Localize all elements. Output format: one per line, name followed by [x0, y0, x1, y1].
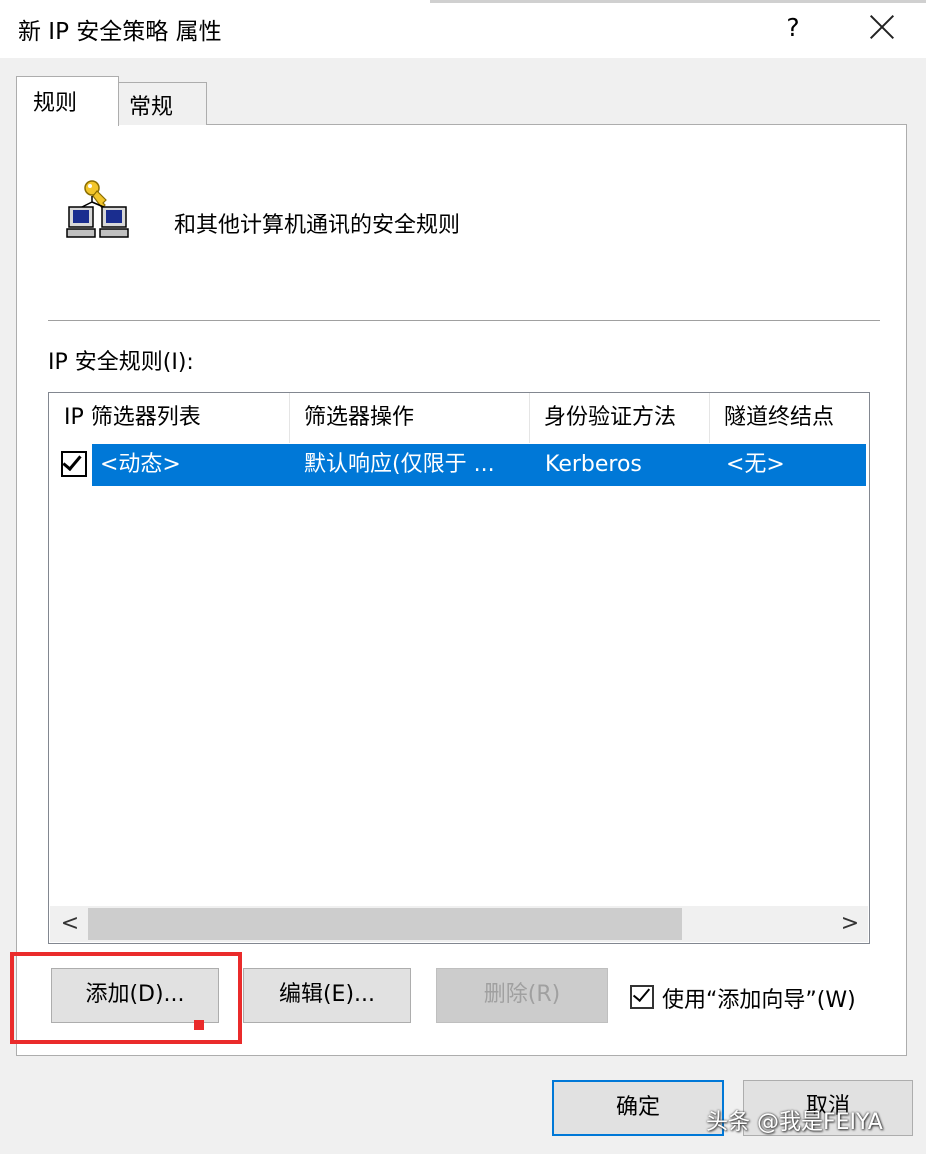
scrollbar-thumb[interactable] — [88, 908, 682, 940]
separator — [48, 320, 880, 321]
column-header-filter-action[interactable]: 筛选器操作 — [290, 393, 530, 443]
column-header-tunnel-endpoint[interactable]: 隧道终结点 — [710, 393, 868, 443]
rules-list-label: IP 安全规则(I): — [48, 350, 194, 375]
watermark: 头条 @我是FEIYA — [706, 1110, 883, 1135]
cell-auth-method: Kerberos — [545, 452, 642, 477]
network-key-icon — [66, 176, 136, 240]
scroll-right-icon[interactable]: > — [836, 910, 864, 938]
header-description: 和其他计算机通讯的安全规则 — [174, 213, 461, 238]
tab-rules[interactable]: 规则 — [16, 76, 119, 126]
delete-button: 删除(R) — [436, 968, 608, 1023]
tab-general[interactable]: 常规 — [118, 82, 207, 125]
highlight-annotation — [10, 952, 242, 1044]
ok-button[interactable]: 确定 — [552, 1080, 724, 1136]
window-title: 新 IP 安全策略 属性 — [18, 19, 222, 45]
wizard-checkbox-label[interactable]: 使用“添加向导”(W) — [662, 982, 856, 1014]
title-bar-shadow — [430, 0, 926, 3]
scroll-left-icon[interactable]: < — [56, 910, 84, 938]
edit-button[interactable]: 编辑(E)... — [243, 968, 411, 1023]
column-header-filter-list[interactable]: IP 筛选器列表 — [50, 393, 290, 443]
cell-filter-list: <动态> — [100, 452, 181, 477]
help-button[interactable]: ? — [776, 10, 810, 46]
column-header-auth-method[interactable]: 身份验证方法 — [530, 393, 710, 443]
cell-tunnel-endpoint: <无> — [726, 452, 785, 477]
highlight-marker — [194, 1020, 204, 1030]
cell-filter-action: 默认响应(仅限于 ... — [304, 452, 495, 477]
close-icon[interactable] — [862, 8, 902, 48]
